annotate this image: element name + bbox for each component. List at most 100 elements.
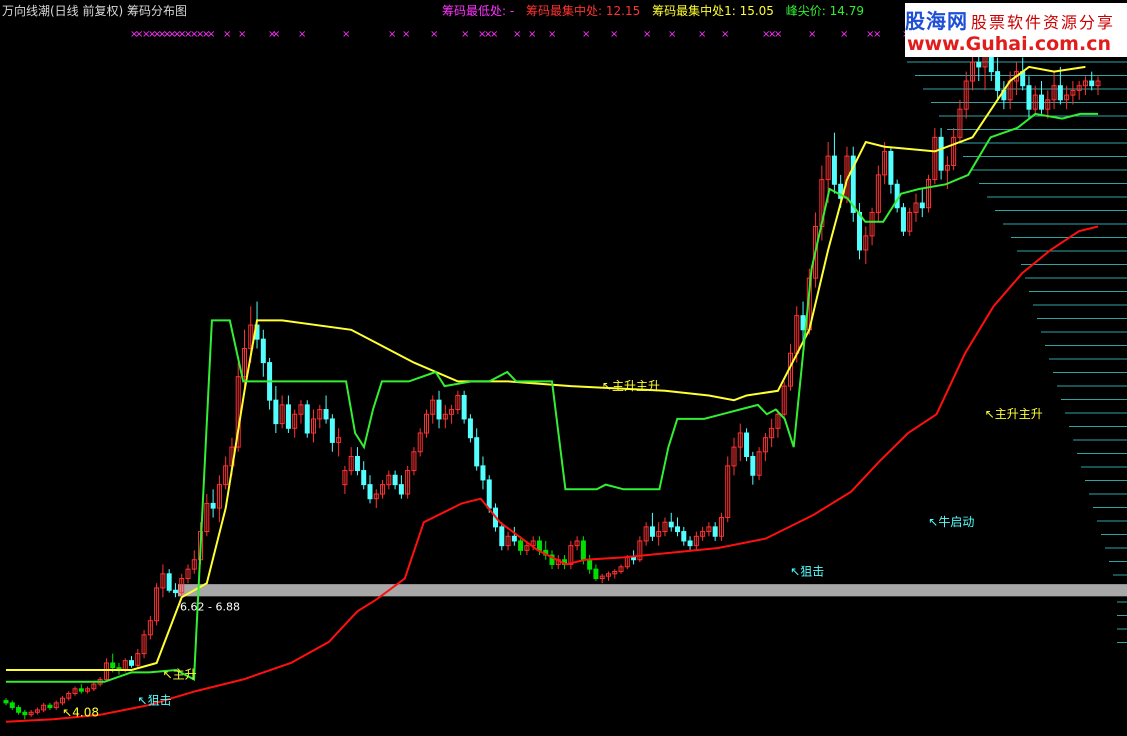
- candle-body: [166, 573, 172, 591]
- candle-body: [9, 702, 15, 709]
- candle-body: [47, 704, 53, 709]
- watermark-logo: 股海网 股票软件资源分享 www.Guhai.com.cn: [905, 3, 1127, 57]
- candle-body: [436, 399, 442, 420]
- marker-x: ×: [774, 29, 782, 40]
- candle-body: [480, 465, 486, 481]
- candle-body: [831, 155, 837, 185]
- candle-body: [675, 526, 681, 533]
- candle-body: [461, 394, 467, 420]
- candle-body: [273, 399, 279, 425]
- signal-label: ↖狙击: [790, 564, 824, 578]
- candle-body: [354, 455, 360, 472]
- candle-body: [1026, 85, 1032, 110]
- peak-price-readout: 峰尖价: 14.79: [785, 4, 864, 18]
- candle-body: [900, 207, 906, 232]
- chart-header: 万向线潮(日线 前复权) 筹码分布图: [2, 2, 195, 19]
- candle-body: [518, 540, 524, 551]
- watermark-line1: 股海网: [905, 9, 968, 33]
- marker-x: ×: [528, 29, 536, 40]
- candle-body: [361, 470, 367, 486]
- candle-body: [631, 556, 637, 561]
- marker-x: ×: [461, 29, 469, 40]
- candle-body: [1039, 94, 1045, 110]
- marker-x: ×: [342, 29, 350, 40]
- candle-body: [587, 559, 593, 570]
- candle-body: [22, 711, 28, 716]
- marker-x: ×: [643, 29, 651, 40]
- candle-body: [78, 688, 84, 692]
- marker-x: ×: [402, 29, 410, 40]
- candle-body: [285, 404, 291, 429]
- price-band-label: 6.62 - 6.88: [180, 600, 240, 613]
- candle-body: [888, 150, 894, 185]
- candle-body: [800, 315, 806, 331]
- marker-x: ×: [873, 29, 881, 40]
- chart-title: 万向线潮(日线 前复权) 筹码分布图: [2, 4, 187, 18]
- marker-x: ×: [490, 29, 498, 40]
- marker-x: ×: [298, 29, 306, 40]
- candle-body: [687, 540, 693, 547]
- candle-body: [857, 211, 863, 251]
- marker-x: ×: [513, 29, 521, 40]
- candle-body: [323, 409, 329, 420]
- candle-body: [919, 202, 925, 209]
- candle-body: [260, 338, 266, 364]
- signal-label: ↖4.08: [62, 705, 99, 719]
- candle-body: [744, 432, 750, 457]
- candle-body: [681, 531, 687, 542]
- marker-x: ×: [388, 29, 396, 40]
- signal-label: ↖主升: [163, 668, 197, 682]
- marker-x: ×: [238, 29, 246, 40]
- candle-body: [712, 526, 718, 537]
- candle-body: [1089, 80, 1095, 87]
- signal-label: ↖主升主升: [985, 407, 1043, 421]
- candle-body: [511, 535, 517, 542]
- candle-body: [3, 700, 9, 704]
- candle-body: [750, 455, 756, 476]
- signal-label: ↖主升主升: [602, 379, 660, 393]
- watermark-line2: www.Guhai.com.cn: [907, 33, 1111, 55]
- lowest-chip-readout: 筹码最低处: -: [442, 4, 515, 18]
- candle-body: [467, 418, 473, 439]
- signal-label: ↖狙击: [138, 694, 172, 708]
- indicator-readouts: 筹码最低处: - 筹码最集中处: 12.15 筹码最集中处1: 15.05 峰尖…: [442, 2, 944, 19]
- candle-body: [16, 707, 22, 713]
- candle-body: [486, 479, 492, 509]
- candle-body: [536, 540, 542, 551]
- marker-x: ×: [721, 29, 729, 40]
- candle-body: [976, 61, 982, 68]
- candle-body: [499, 526, 505, 547]
- candle-body: [392, 474, 398, 486]
- marker-x: ×: [610, 29, 618, 40]
- chip-distribution-chart: 6.62 - 6.88 ××××××××××××××× × × ×× × × × × × × ×××…: [0, 0, 1127, 736]
- marker-x: ×: [668, 29, 676, 40]
- candle-body: [329, 418, 335, 443]
- candle-body: [649, 526, 655, 537]
- marker-x: ×: [698, 29, 706, 40]
- watermark-line1b: 股票软件资源分享: [971, 13, 1116, 32]
- marker-x: ×: [582, 29, 590, 40]
- candle-body: [304, 404, 310, 434]
- candle-body: [474, 437, 480, 467]
- candle-body: [367, 484, 373, 500]
- candle-body: [210, 502, 216, 509]
- marker-x: ×: [840, 29, 848, 40]
- concentrated-chip-readout: 筹码最集中处: 12.15: [526, 4, 641, 18]
- marker-x: ×: [272, 29, 280, 40]
- candle-body: [938, 136, 944, 171]
- concentrated-chip1-readout: 筹码最集中处1: 15.05: [652, 4, 774, 18]
- candle-body: [1057, 85, 1063, 101]
- marker-x: ×: [430, 29, 438, 40]
- marker-x: ×: [808, 29, 816, 40]
- signal-label: ↖牛启动: [928, 514, 974, 529]
- price-band-rect: [178, 584, 1127, 597]
- candle-body: [580, 540, 586, 561]
- marker-x: ×: [223, 29, 231, 40]
- candle-body: [172, 589, 178, 594]
- marker-x: ×: [207, 29, 215, 40]
- candle-body: [995, 71, 1001, 91]
- candle-body: [110, 662, 116, 669]
- marker-x: ×: [548, 29, 556, 40]
- candle-body: [398, 484, 404, 495]
- candle-body: [668, 521, 674, 528]
